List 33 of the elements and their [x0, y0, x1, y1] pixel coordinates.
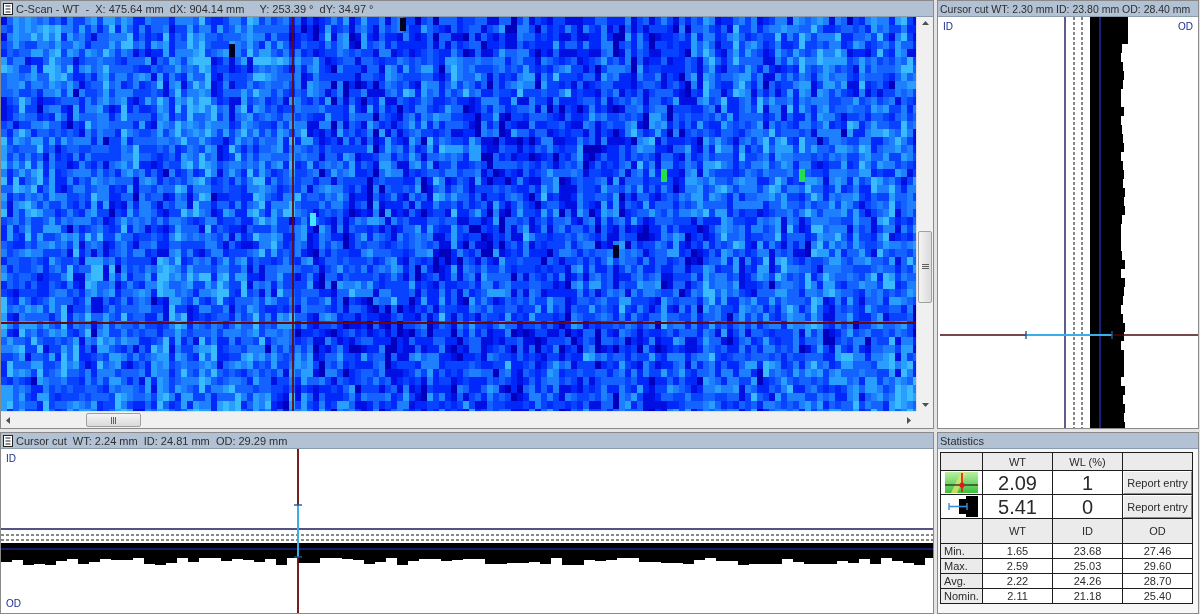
heatmap-cell [613, 245, 619, 258]
heatmap-cell [229, 44, 235, 57]
plot-label: ID [943, 21, 953, 33]
column-header: WL (%) [1052, 452, 1123, 471]
vertical-scrollbar[interactable] [916, 17, 933, 411]
right-arrow-icon[interactable] [907, 416, 911, 424]
heatmap-cell [310, 213, 316, 226]
horizontal-scrollbar[interactable] [1, 411, 916, 428]
report-entry-button[interactable]: Report entry [1123, 471, 1192, 494]
up-arrow-icon[interactable] [921, 21, 929, 25]
heatmap-cell [661, 169, 667, 182]
panel-title: Statistics [940, 433, 984, 448]
heatmap-cell [400, 18, 406, 31]
scrollbar-thumb[interactable] [86, 413, 141, 427]
scrollbar-thumb[interactable] [918, 230, 932, 303]
thickness-measure-bar [293, 504, 303, 558]
crosshair-icon [945, 472, 978, 493]
grip-icon [111, 416, 116, 424]
plot-label: OD [1178, 21, 1193, 33]
grip-icon [921, 264, 929, 270]
down-arrow-icon[interactable] [921, 403, 929, 407]
thickness-measure-icon [945, 496, 978, 517]
panel-title: Cursor cut WT: 2.24 mm ID: 24.81 mm OD: 29.29 mm [16, 433, 288, 448]
left-arrow-icon[interactable] [6, 416, 10, 424]
plot-label: OD [6, 598, 21, 610]
menu-icon[interactable] [3, 2, 13, 15]
report-entry-button[interactable]: Report entry [1123, 495, 1192, 518]
menu-icon[interactable] [3, 434, 13, 447]
panel-title: Cursor cut WT: 2.30 mm ID: 23.80 mm OD: 28.40 mm [940, 1, 1191, 16]
plot-label: ID [6, 453, 16, 465]
panel-title: C-Scan - WT - X: 475.64 mm dX: 904.14 mm Y: 253.39 ° dY: 34.97 ° [16, 1, 374, 16]
column-header: WT [982, 452, 1053, 471]
heatmap-cell [799, 169, 805, 182]
